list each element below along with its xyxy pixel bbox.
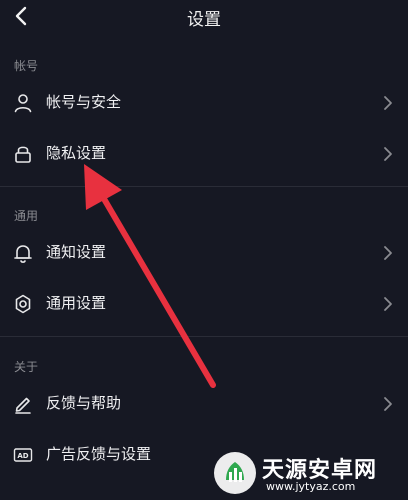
settings-item-label: 反馈与帮助 bbox=[46, 394, 122, 412]
page-title: 设置 bbox=[187, 10, 221, 30]
settings-item-label: 隐私设置 bbox=[46, 144, 107, 162]
svg-text:AD: AD bbox=[17, 452, 28, 460]
chevron-right-icon bbox=[384, 297, 392, 311]
chevron-right-icon bbox=[384, 397, 392, 411]
section-label-general: 通用 bbox=[14, 209, 39, 223]
settings-item-account-security[interactable]: 帐号与安全 bbox=[0, 78, 408, 128]
settings-item-label: 通知设置 bbox=[46, 243, 107, 261]
watermark-logo-icon bbox=[214, 452, 256, 494]
ad-icon: AD bbox=[13, 448, 33, 462]
settings-item-general[interactable]: 通用设置 bbox=[0, 279, 408, 329]
header-bar: 设置 bbox=[0, 0, 408, 34]
lock-icon bbox=[15, 146, 31, 163]
bell-icon bbox=[14, 245, 32, 263]
settings-item-feedback-help[interactable]: 反馈与帮助 bbox=[0, 379, 408, 429]
settings-item-label: 通用设置 bbox=[46, 294, 107, 312]
gear-icon bbox=[15, 294, 31, 314]
settings-item-notifications[interactable]: 通知设置 bbox=[0, 228, 408, 278]
chevron-right-icon bbox=[384, 246, 392, 260]
watermark: 天源安卓网 www.jytyaz.com bbox=[212, 446, 408, 500]
settings-item-label: 帐号与安全 bbox=[46, 93, 122, 111]
chevron-right-icon bbox=[384, 147, 392, 161]
settings-item-label: 广告反馈与设置 bbox=[46, 445, 152, 463]
section-label-about: 关于 bbox=[14, 360, 39, 374]
section-divider bbox=[0, 186, 408, 187]
section-label-account: 帐号 bbox=[14, 59, 39, 73]
user-icon bbox=[14, 94, 32, 113]
settings-item-privacy[interactable]: 隐私设置 bbox=[0, 129, 408, 179]
section-divider bbox=[0, 336, 408, 337]
pencil-icon bbox=[15, 397, 31, 414]
watermark-url: www.jytyaz.com bbox=[266, 480, 356, 493]
chevron-right-icon bbox=[384, 96, 392, 110]
